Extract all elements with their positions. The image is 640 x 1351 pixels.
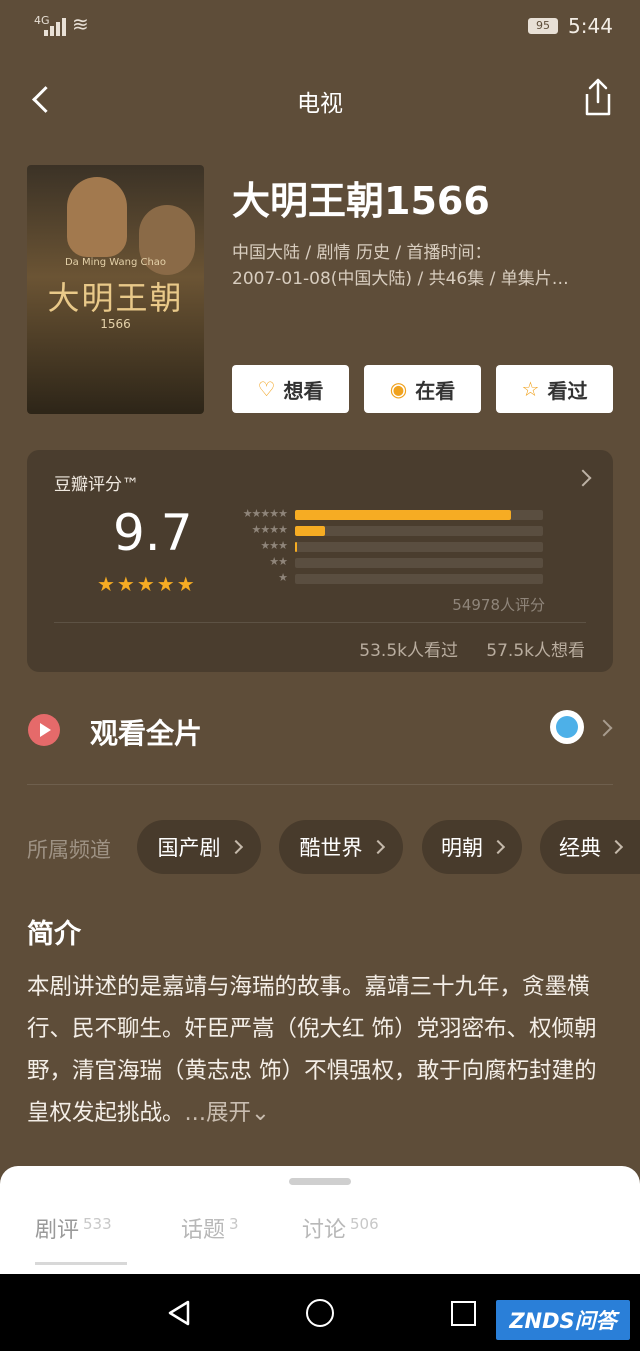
watched-button[interactable]: ☆ 看过 bbox=[496, 365, 613, 413]
rating-bar-row: ★ bbox=[225, 571, 545, 586]
tab-label: 话题 bbox=[181, 1218, 226, 1243]
page-title: 电视 bbox=[297, 91, 343, 117]
watermark-logo: ZNDS问答 bbox=[496, 1300, 630, 1340]
reviews-sheet[interactable]: 剧评 533 话题 3 讨论 506 bbox=[0, 1166, 640, 1274]
chevron-right-icon bbox=[608, 839, 624, 855]
clock: 5:44 bbox=[568, 14, 613, 38]
tab-discussions[interactable]: 讨论 506 bbox=[302, 1212, 379, 1244]
divider bbox=[54, 622, 586, 623]
share-icon[interactable] bbox=[578, 76, 618, 120]
rating-bar-fill bbox=[295, 542, 298, 552]
tab-count: 3 bbox=[229, 1215, 239, 1233]
poster-title: 大明王朝 bbox=[47, 279, 184, 317]
tab-count: 506 bbox=[350, 1215, 379, 1233]
channel-chip-label: 国产剧 bbox=[157, 836, 221, 860]
system-nav-bar: ZNDS问答 bbox=[0, 1274, 640, 1351]
rating-bar-row: ★★★★ bbox=[225, 523, 545, 538]
watching-label: 在看 bbox=[415, 378, 456, 403]
rating-bar-row: ★★ bbox=[225, 555, 545, 570]
watched-label: 看过 bbox=[547, 378, 588, 403]
poster-english-title: Da Ming Wang Chao bbox=[64, 257, 167, 268]
rating-bar-stars: ★ bbox=[278, 571, 288, 584]
signal-icon bbox=[44, 14, 68, 36]
rating-bar-stars: ★★★ bbox=[260, 539, 288, 552]
divider bbox=[27, 784, 613, 785]
status-bar: 4G ≋ 95 5:44 bbox=[0, 0, 640, 56]
sheet-handle[interactable] bbox=[289, 1178, 351, 1185]
rating-bar-stars: ★★ bbox=[269, 555, 288, 568]
wanted-count: 57.5k人想看 bbox=[486, 641, 585, 661]
watch-full-row[interactable]: 观看全片 bbox=[0, 690, 640, 770]
channel-chip-label: 酷世界 bbox=[299, 836, 363, 860]
channel-chip[interactable]: 经典 bbox=[540, 820, 640, 874]
nav-home-icon[interactable] bbox=[306, 1299, 334, 1327]
top-bar: 电视 bbox=[0, 68, 640, 128]
play-icon bbox=[28, 714, 60, 746]
want-label: 想看 bbox=[283, 378, 324, 403]
rating-stars: ★★★★★ bbox=[97, 572, 197, 596]
rating-bar-row: ★★★ bbox=[225, 539, 545, 554]
show-meta[interactable]: 中国大陆 / 剧情 历史 / 首播时间： 2007-01-08(中国大陆) / … bbox=[232, 240, 607, 292]
poster-subtitle: 1566 bbox=[100, 317, 131, 331]
rating-bar-track bbox=[295, 574, 543, 584]
channel-chip-label: 经典 bbox=[559, 836, 601, 860]
wifi-icon: ≋ bbox=[72, 12, 89, 36]
tab-count: 533 bbox=[83, 1215, 112, 1233]
target-icon: ◉ bbox=[389, 377, 408, 401]
intro-heading: 简介 bbox=[27, 919, 81, 950]
rating-bar-track bbox=[295, 510, 543, 520]
rating-votes: 54978人评分 bbox=[452, 596, 545, 614]
rating-bar-row: ★★★★★ bbox=[225, 507, 545, 522]
watching-button[interactable]: ◉ 在看 bbox=[364, 365, 481, 413]
show-poster[interactable]: Da Ming Wang Chao 大明王朝 1566 bbox=[27, 165, 204, 414]
chevron-right-icon bbox=[574, 469, 592, 487]
rating-card[interactable]: 豆瓣评分™ 9.7 ★★★★★ ★★★★★ ★★★★ ★★★ ★★ ★ 54978人评分… bbox=[27, 450, 613, 672]
intro-text[interactable]: 本剧讲述的是嘉靖与海瑞的故事。嘉靖三十九年，贪墨横行、民不聊生。奸臣严嵩（倪大红… bbox=[27, 966, 613, 1134]
rating-bar-fill bbox=[295, 510, 511, 520]
show-meta-line: 中国大陆 / 剧情 历史 / 首播时间： bbox=[232, 243, 492, 263]
rating-bar-stars: ★★★★★ bbox=[242, 507, 288, 520]
channel-chip[interactable]: 酷世界 bbox=[279, 820, 403, 874]
rating-bar-fill bbox=[295, 526, 325, 536]
rating-bar-track bbox=[295, 526, 543, 536]
watch-full-label: 观看全片 bbox=[90, 717, 203, 750]
rating-bar-track bbox=[295, 542, 543, 552]
show-meta-line: 2007-01-08(中国大陆) / 共46集 / 单集片… bbox=[232, 269, 569, 289]
tab-label: 讨论 bbox=[302, 1218, 347, 1243]
channel-chip[interactable]: 明朝 bbox=[422, 820, 522, 874]
tab-reviews[interactable]: 剧评 533 bbox=[35, 1212, 112, 1244]
intro-body: 本剧讲述的是嘉靖与海瑞的故事。嘉靖三十九年，贪墨横行、民不聊生。奸臣严嵩（倪大红… bbox=[27, 974, 597, 1126]
channel-chip-label: 明朝 bbox=[441, 836, 483, 860]
chevron-right-icon bbox=[228, 839, 243, 855]
expand-link[interactable]: ...展开⌄ bbox=[185, 1100, 270, 1126]
chevron-right-icon bbox=[595, 719, 613, 737]
chevron-right-icon bbox=[490, 839, 506, 855]
nav-back-icon[interactable] bbox=[166, 1299, 192, 1327]
tab-label: 剧评 bbox=[35, 1218, 80, 1243]
channels-row: 所属频道 国产剧 酷世界 明朝 经典 bbox=[0, 820, 640, 876]
rating-bar-track bbox=[295, 558, 543, 568]
want-button[interactable]: ♡ 想看 bbox=[232, 365, 349, 413]
rating-bar-stars: ★★★★ bbox=[251, 523, 288, 536]
battery-icon: 95 bbox=[528, 18, 558, 34]
tab-topics[interactable]: 话题 3 bbox=[181, 1212, 239, 1244]
heart-plus-icon: ♡ bbox=[257, 377, 276, 401]
star-icon: ☆ bbox=[521, 377, 540, 401]
poster-figure bbox=[67, 177, 127, 257]
rating-score: 9.7 bbox=[113, 504, 193, 562]
channel-chip[interactable]: 国产剧 bbox=[137, 820, 261, 874]
watched-count: 53.5k人看过 bbox=[359, 641, 458, 661]
video-source-icon bbox=[550, 710, 584, 744]
tab-indicator bbox=[35, 1262, 127, 1265]
rating-label: 豆瓣评分™ bbox=[54, 475, 139, 495]
channels-label: 所属频道 bbox=[27, 838, 111, 862]
chevron-right-icon bbox=[370, 839, 385, 855]
show-title: 大明王朝1566 bbox=[232, 179, 490, 223]
nav-recents-icon[interactable] bbox=[451, 1301, 476, 1326]
